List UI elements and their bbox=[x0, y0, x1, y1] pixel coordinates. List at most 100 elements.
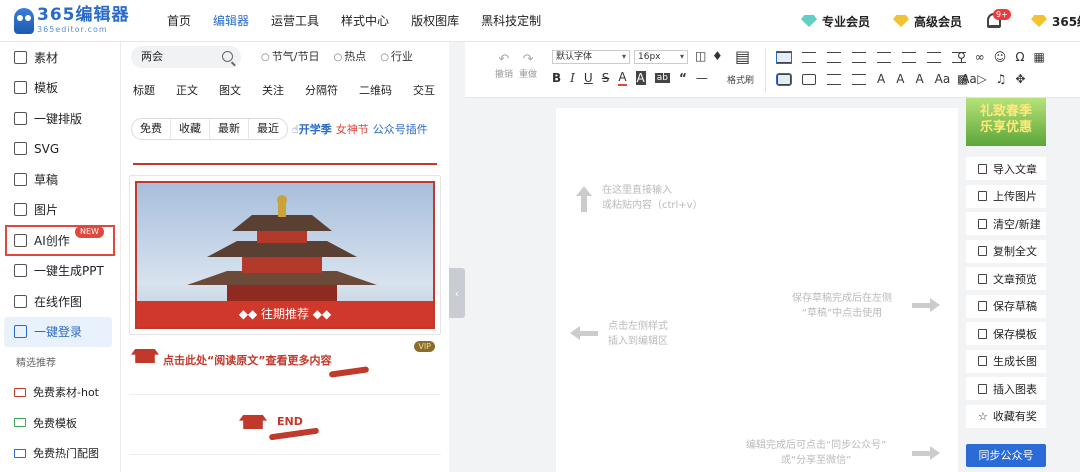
365-member-link[interactable]: 365编 bbox=[1031, 0, 1080, 42]
find-replace-icon[interactable]: ⚲ bbox=[957, 50, 966, 64]
sidebar-item-svg[interactable]: SVG bbox=[0, 134, 120, 165]
copy-all-button[interactable]: 复制全文 bbox=[966, 239, 1046, 263]
search-icon[interactable] bbox=[222, 51, 233, 62]
filter-favorite[interactable]: 收藏 bbox=[171, 119, 210, 139]
tab-qrcode[interactable]: 二维码 bbox=[359, 82, 392, 98]
template-card-recommend[interactable]: ◆◆ 往期推荐 ◆◆ bbox=[129, 175, 441, 335]
omega-icon[interactable]: Ω bbox=[1015, 50, 1024, 64]
emoji-icon[interactable]: ☺ bbox=[994, 50, 1007, 64]
undo-button[interactable]: ↶ 撤销 bbox=[495, 52, 513, 80]
font-size-select[interactable]: 16px bbox=[634, 50, 688, 64]
music-icon[interactable]: ♫ bbox=[996, 72, 1007, 86]
filter-free[interactable]: 免费 bbox=[132, 119, 171, 139]
video-icon[interactable]: ▷ bbox=[977, 72, 986, 86]
ordered-list-icon[interactable] bbox=[827, 73, 841, 85]
background-color-icon[interactable]: A bbox=[635, 71, 646, 85]
long-image-button[interactable]: 生成长图 bbox=[966, 349, 1046, 373]
sidebar-item-draft[interactable]: 草稿 bbox=[0, 164, 120, 195]
eraser-icon[interactable]: ♦ bbox=[712, 49, 723, 63]
save-template-button[interactable]: 保存模板 bbox=[966, 322, 1046, 345]
bold-icon[interactable]: B bbox=[552, 71, 561, 85]
nav-tech-custom[interactable]: 黑科技定制 bbox=[470, 0, 552, 42]
quote-icon[interactable]: “ bbox=[679, 71, 687, 85]
highlight-icon[interactable]: ab bbox=[654, 73, 670, 83]
tag-hot[interactable]: 热点 bbox=[333, 48, 366, 64]
sidebar-item-ai-create[interactable]: AI创作 NEW bbox=[5, 225, 115, 256]
tag-solar-term[interactable]: 节气/节日 bbox=[261, 48, 320, 64]
text-box-icon[interactable] bbox=[776, 72, 792, 86]
font-larger-icon[interactable]: A bbox=[915, 72, 923, 86]
spring-promo-banner[interactable]: 礼致春季 乐享优惠 bbox=[966, 98, 1046, 146]
template-card-end[interactable]: END bbox=[129, 395, 441, 455]
link-icon[interactable]: ∞ bbox=[975, 50, 985, 64]
template-card-read-more[interactable]: 点击此处“阅读原文”查看更多内容 VIP bbox=[129, 335, 441, 395]
collapse-panel-button[interactable]: ‹ bbox=[449, 268, 465, 318]
align-right-icon[interactable] bbox=[827, 52, 841, 63]
nav-home[interactable]: 首页 bbox=[156, 0, 202, 42]
indent-icon[interactable] bbox=[877, 52, 891, 63]
tab-title[interactable]: 标题 bbox=[133, 82, 155, 98]
sidebar-item-template[interactable]: 模板 bbox=[0, 73, 120, 104]
sidebar-item-one-click-layout[interactable]: 一键排版 bbox=[0, 103, 120, 134]
promo-nvshen[interactable]: 女神节 bbox=[336, 121, 369, 137]
logo[interactable]: 365编辑器 365editor.com bbox=[14, 7, 134, 34]
sync-wechat-button[interactable]: 同步公众号 bbox=[966, 444, 1046, 467]
preview-button[interactable]: 文章预览 bbox=[966, 267, 1046, 290]
nav-style-center[interactable]: 样式中心 bbox=[330, 0, 400, 42]
align-center-icon[interactable] bbox=[802, 52, 816, 63]
clear-format-icon[interactable]: ◫ bbox=[695, 49, 706, 63]
sidebar-item-material[interactable]: 素材 bbox=[0, 42, 120, 73]
tab-follow[interactable]: 关注 bbox=[262, 82, 284, 98]
underline-icon[interactable]: U bbox=[584, 71, 593, 85]
font-smaller-icon[interactable]: A bbox=[896, 72, 904, 86]
sidebar-item-ppt[interactable]: 一键生成PPT bbox=[0, 256, 120, 287]
favorite-reward-button[interactable]: ☆ 收藏有奖 bbox=[966, 404, 1046, 428]
nav-ops-tools[interactable]: 运营工具 bbox=[260, 0, 330, 42]
tab-body[interactable]: 正文 bbox=[176, 82, 198, 98]
font-family-select[interactable]: 默认字体 bbox=[552, 50, 630, 64]
filter-latest[interactable]: 最新 bbox=[210, 119, 249, 139]
font-color-icon[interactable]: A bbox=[618, 70, 627, 86]
case-icon[interactable]: Aa bbox=[935, 72, 951, 86]
redo-button[interactable]: ↷ 重做 bbox=[519, 52, 537, 80]
sidebar-rec-free-material[interactable]: 免费素材-hot bbox=[0, 377, 120, 408]
upload-image-button[interactable]: 上传图片 bbox=[966, 184, 1046, 208]
align-left-icon[interactable] bbox=[776, 51, 792, 64]
italic-icon[interactable]: I bbox=[570, 71, 575, 85]
tab-image-text[interactable]: 图文 bbox=[219, 82, 241, 98]
insert-chart-button[interactable]: 插入图表 bbox=[966, 377, 1046, 400]
letter-spacing-icon[interactable]: A bbox=[877, 72, 885, 86]
outdent-icon[interactable] bbox=[902, 52, 916, 63]
pro-member-link[interactable]: 专业会员 bbox=[801, 0, 870, 42]
promo-kaixue[interactable]: ☝开学季 bbox=[292, 121, 332, 137]
editor-canvas[interactable]: 在这里直接输入 或粘贴内容（ctrl+v） 保存草稿完成后在左侧 “草稿”中点击… bbox=[556, 108, 958, 472]
promo-plugin[interactable]: 公众号插件 bbox=[373, 121, 428, 137]
sidebar-item-image[interactable]: 图片 bbox=[0, 195, 120, 226]
template-strip[interactable] bbox=[133, 157, 437, 165]
format-brush-icon[interactable]: ▤ bbox=[735, 47, 750, 66]
sidebar-rec-free-template[interactable]: 免费模板 bbox=[0, 408, 120, 439]
tab-divider[interactable]: 分隔符 bbox=[305, 82, 338, 98]
text-block-icon[interactable] bbox=[802, 73, 816, 85]
tag-industry[interactable]: 行业 bbox=[380, 48, 413, 64]
line-height-icon[interactable] bbox=[927, 52, 941, 63]
nav-copyright-images[interactable]: 版权图库 bbox=[400, 0, 470, 42]
filter-recent[interactable]: 最近 bbox=[249, 119, 287, 139]
align-justify-icon[interactable] bbox=[852, 52, 866, 63]
sidebar-rec-free-images[interactable]: 免费热门配图 bbox=[0, 438, 120, 469]
sidebar-item-one-click-login[interactable]: 一键登录 bbox=[4, 316, 112, 347]
import-article-button[interactable]: 导入文章 bbox=[966, 157, 1046, 180]
clear-new-button[interactable]: 清空/新建 bbox=[966, 212, 1046, 235]
search-input[interactable]: 两会 bbox=[131, 46, 241, 68]
nav-editor[interactable]: 编辑器 bbox=[202, 0, 260, 42]
strikethrough-icon[interactable]: S bbox=[602, 71, 610, 85]
unordered-list-icon[interactable] bbox=[852, 73, 866, 85]
tab-interactive[interactable]: 交互 bbox=[413, 82, 435, 98]
image-insert-icon[interactable]: ▦ bbox=[1033, 50, 1044, 64]
move-icon[interactable]: ✥ bbox=[1015, 72, 1025, 86]
sidebar-item-online-draw[interactable]: 在线作图 bbox=[0, 286, 120, 317]
advanced-member-link[interactable]: 高级会员 bbox=[893, 0, 962, 42]
horizontal-rule-icon[interactable]: — bbox=[696, 71, 708, 85]
save-draft-button[interactable]: 保存草稿 bbox=[966, 294, 1046, 318]
image-edit-icon[interactable]: ▩ bbox=[957, 72, 968, 86]
